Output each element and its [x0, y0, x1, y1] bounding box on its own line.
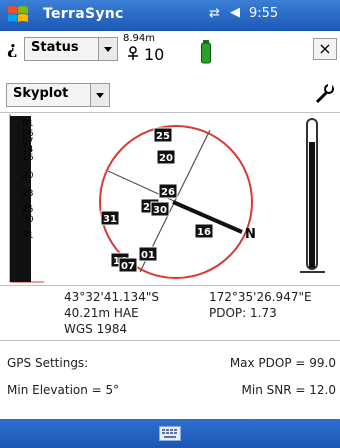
bottom-bar [0, 419, 340, 448]
battery-icon [201, 40, 211, 68]
latitude-value: 43°32'41.134"S [64, 290, 159, 304]
satellite-id: 07 [121, 261, 135, 272]
chevron-down-icon [98, 38, 117, 60]
snr-bar-label: 23 [22, 189, 33, 199]
snr-bar-label: 30 [22, 215, 34, 225]
snr-bar [10, 226, 18, 236]
view-dropdown[interactable]: Skyplot [6, 83, 110, 107]
speaker-icon[interactable]: ◀︎ [230, 5, 240, 20]
title-bar: TerraSync ⇄ ◀︎ 9:55 [0, 0, 340, 31]
snr-bar [10, 188, 15, 198]
snr-bar [10, 156, 17, 172]
north-label: N [245, 227, 256, 242]
help-icon[interactable]: ¿ [4, 37, 22, 59]
satellite-marker[interactable]: 16 [194, 223, 214, 239]
start-menu-icon[interactable] [6, 4, 30, 26]
satellite-marker[interactable]: 01 [138, 246, 158, 262]
accuracy-value: 8.94m [123, 33, 156, 44]
app-title: TerraSync [43, 6, 124, 22]
connectivity-icon[interactable]: ⇄ [209, 6, 220, 21]
satellite-id: 30 [153, 205, 167, 216]
snr-bar [10, 204, 16, 212]
keyboard-icon[interactable] [159, 426, 181, 441]
snr-bar-label: 31 [22, 231, 33, 241]
height-value: 40.21m HAE [64, 306, 139, 320]
longitude-value: 172°35'26.947"E [209, 290, 312, 304]
wrench-icon[interactable] [312, 83, 336, 105]
satellite-id: 16 [197, 227, 211, 238]
satellite-id: 25 [156, 131, 170, 142]
satellite-marker[interactable]: 20 [156, 149, 176, 165]
max-pdop-value: Max PDOP = 99.0 [229, 356, 336, 370]
satellite-id: 31 [103, 214, 117, 225]
satellite-icon [123, 44, 143, 64]
signal-gauge-fill [309, 142, 315, 268]
satellite-count: 10 [144, 45, 165, 64]
satellite-marker[interactable]: 07 [118, 257, 138, 273]
skyplot-panel: 01060714162023253031 N 25202629303116140… [2, 114, 325, 283]
clock[interactable]: 9:55 [249, 6, 278, 21]
divider [0, 285, 340, 286]
svg-text:¿: ¿ [7, 38, 18, 57]
section-dropdown[interactable]: Status [24, 37, 118, 61]
view-label: Skyplot [13, 86, 69, 101]
snr-bar-label: 01 [22, 119, 33, 129]
snr-bar-label: 16 [22, 153, 34, 163]
section-label: Status [31, 40, 79, 55]
divider [0, 340, 340, 341]
gps-settings-heading: GPS Settings: [7, 356, 89, 370]
divider [0, 112, 340, 113]
satellite-marker[interactable]: 26 [158, 183, 178, 199]
satellite-id: 01 [141, 250, 155, 261]
satellite-id: 26 [161, 187, 175, 198]
satellite-marker[interactable]: 31 [100, 210, 120, 226]
close-button[interactable]: × [313, 38, 337, 60]
min-snr-value: Min SNR = 12.0 [241, 383, 336, 397]
datum-value: WGS 1984 [64, 322, 128, 336]
snr-bar-label: 25 [22, 205, 33, 215]
satellite-marker[interactable]: 25 [153, 127, 173, 143]
satellite-marker[interactable]: 30 [150, 201, 170, 217]
satellite-id: 20 [159, 153, 173, 164]
snr-bar-label: 20 [22, 171, 34, 181]
min-elevation-value: Min Elevation = 5° [7, 383, 120, 397]
pdop-value: PDOP: 1.73 [209, 306, 277, 320]
chevron-down-icon [90, 84, 109, 106]
